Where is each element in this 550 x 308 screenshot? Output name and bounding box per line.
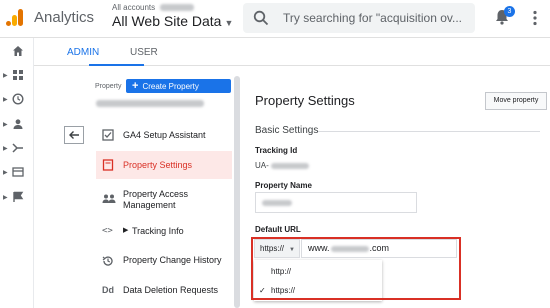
flag-icon (13, 191, 24, 202)
menu-property-settings[interactable]: Property Settings (96, 151, 232, 179)
search-box[interactable]: Try searching for "acquisition ov... (243, 3, 475, 33)
nav-realtime[interactable]: ▶ (0, 90, 34, 110)
history-icon (102, 256, 113, 266)
tab-admin[interactable]: ADMIN (67, 47, 99, 58)
expand-arrow-icon: ▶ (123, 227, 129, 234)
nav-audience[interactable]: ▶ (0, 115, 34, 135)
default-url-label: Default URL (255, 225, 301, 234)
expand-arrow-icon: ▶ (3, 195, 8, 201)
view-selector[interactable]: All Web Site Data ▼ (112, 13, 233, 29)
property-name-input[interactable] (255, 192, 417, 213)
property-label: Property (95, 83, 122, 90)
expand-arrow-icon: ▶ (3, 122, 8, 128)
property-selector-redacted[interactable] (96, 100, 204, 107)
account-breadcrumb[interactable]: All accounts (112, 3, 195, 12)
tracking-id-label: Tracking Id (255, 146, 298, 155)
person-icon (13, 119, 23, 129)
section-divider (318, 131, 540, 132)
behavior-icon (12, 167, 24, 177)
account-breadcrumb-label: All accounts (112, 3, 156, 12)
menu-data-deletion[interactable]: Dd Data Deletion Requests (96, 282, 232, 299)
nav-acquisition[interactable]: ▶ (0, 139, 34, 159)
nav-conversions[interactable]: ▶ (0, 188, 34, 208)
page-title: Property Settings (255, 93, 355, 108)
nav-customization[interactable]: ▶ (0, 66, 34, 86)
move-property-button[interactable]: Move property (485, 92, 547, 110)
people-icon (102, 194, 116, 203)
expand-arrow-icon: ▶ (3, 97, 8, 103)
nav-home[interactable] (0, 42, 34, 62)
menu-property-change-history[interactable]: Property Change History (96, 252, 232, 269)
section-heading: Basic Settings (255, 125, 319, 136)
nav-behavior[interactable]: ▶ (0, 163, 34, 183)
code-icon: <> (102, 226, 113, 236)
scrollbar[interactable] (234, 76, 240, 308)
tracking-id-value: UA- (255, 161, 309, 170)
menu-label: GA4 Setup Assistant (123, 130, 206, 140)
menu-label: Property Change History (123, 255, 222, 265)
menu-label: Property Settings (123, 160, 193, 170)
left-nav-rail: ▶ ▶ ▶ ▶ ▶ ▶ (0, 38, 34, 308)
account-name-redacted (160, 4, 195, 12)
caret-down-icon: ▼ (224, 18, 234, 28)
notifications-badge: 3 (504, 6, 515, 17)
more-vert-icon[interactable] (532, 10, 538, 26)
create-property-button[interactable]: + Create Property (126, 79, 231, 93)
checkbox-icon (102, 129, 114, 141)
arrow-left-icon (69, 131, 79, 139)
property-name-label: Property Name (255, 181, 312, 190)
app-title: Analytics (34, 9, 95, 26)
tab-user[interactable]: USER (130, 47, 158, 58)
menu-tracking-info[interactable]: <> ▶ Tracking Info (96, 223, 232, 240)
menu-ga4-setup[interactable]: GA4 Setup Assistant (96, 126, 232, 145)
top-bar: Analytics All accounts All Web Site Data… (0, 0, 550, 38)
back-button[interactable] (64, 126, 84, 144)
page-icon (102, 159, 114, 171)
acquisition-icon (12, 143, 23, 153)
expand-arrow-icon: ▶ (3, 170, 8, 176)
dashboard-icon (13, 70, 23, 80)
clock-icon (12, 93, 24, 105)
create-property-label: Create Property (142, 82, 199, 91)
menu-property-access[interactable]: Property Access Management (96, 187, 232, 211)
expand-arrow-icon: ▶ (3, 73, 8, 79)
search-icon (253, 10, 269, 26)
search-placeholder: Try searching for "acquisition ov... (283, 11, 462, 25)
highlight-box (251, 237, 461, 300)
plus-icon: + (132, 80, 139, 92)
tracking-id-redacted (270, 162, 309, 169)
tracking-id-prefix: UA- (255, 161, 269, 170)
view-selector-label: All Web Site Data (112, 13, 222, 29)
analytics-logo-icon[interactable] (6, 8, 24, 26)
property-name-redacted (262, 200, 292, 206)
menu-label: Data Deletion Requests (123, 285, 219, 295)
expand-arrow-icon: ▶ (3, 146, 8, 152)
menu-label: Property Access Management (123, 189, 189, 210)
menu-label: Tracking Info (132, 226, 184, 236)
home-icon (13, 46, 23, 56)
dd-icon: Dd (102, 285, 114, 295)
admin-tabs: ADMIN USER (34, 38, 550, 66)
